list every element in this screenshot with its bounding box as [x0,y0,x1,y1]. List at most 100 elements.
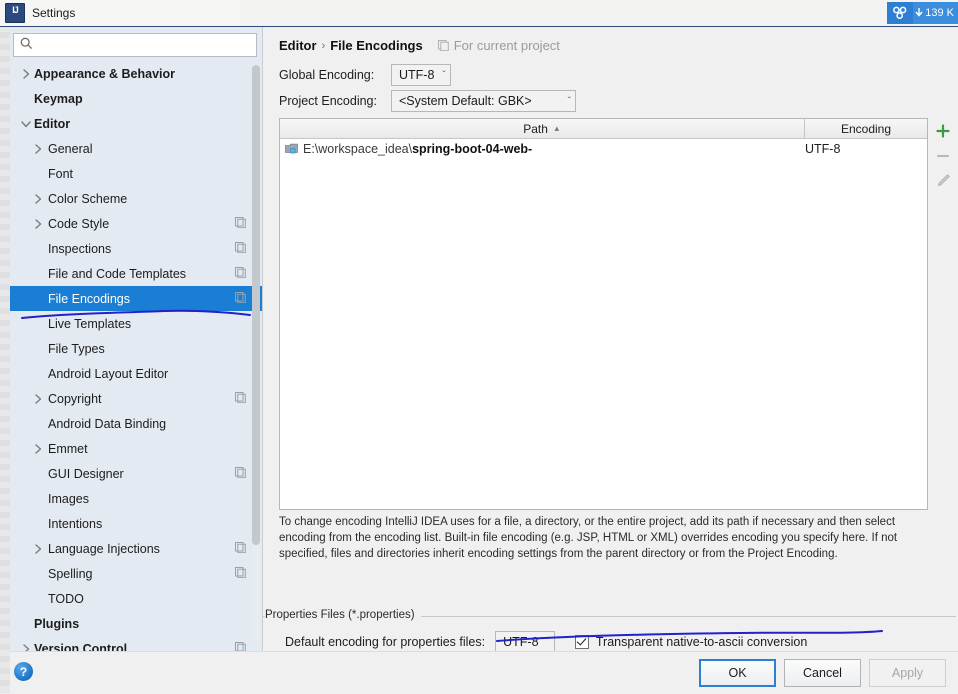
sidebar-item-editor[interactable]: Editor [10,111,262,136]
global-encoding-dropdown[interactable]: UTF-8 ˇ [391,64,451,86]
chevron-right-icon[interactable] [20,643,32,651]
folder-module-icon [285,143,298,155]
copy-scope-icon [235,292,246,306]
properties-group-title: Properties Files (*.properties) [265,609,421,621]
sidebar-scrollbar-thumb[interactable] [252,65,260,545]
column-header-encoding[interactable]: Encoding [805,119,927,138]
sort-ascending-icon: ▲ [552,124,561,133]
column-header-encoding-label: Encoding [840,121,892,136]
chevron-down-icon: ˇ [546,636,550,648]
chevron-right-icon[interactable] [32,393,44,405]
global-encoding-label: Global Encoding: [279,68,375,82]
sidebar-item-spelling[interactable]: Spelling [10,561,262,586]
window-title: Settings [32,6,76,20]
sidebar-item-font[interactable]: Font [10,161,262,186]
sidebar-item-label: Version Control [34,641,128,652]
sidebar-item-language-injections[interactable]: Language Injections [10,536,262,561]
intellij-idea-icon [5,3,25,23]
search-input[interactable] [37,37,241,53]
cancel-button[interactable]: Cancel [784,659,861,687]
breadcrumb-parent[interactable]: Editor [279,38,317,53]
global-encoding-row: Global Encoding: UTF-8 ˇ [279,64,451,86]
copy-scope-icon [437,40,449,51]
column-header-path[interactable]: Path ▲ [280,119,805,138]
chevron-right-icon[interactable] [32,143,44,155]
sidebar-item-label: File Types [48,341,105,356]
sidebar-scrollbar[interactable] [252,65,260,641]
chevron-right-icon[interactable] [32,193,44,205]
sidebar-item-label: Live Templates [48,316,132,331]
search-icon [20,37,33,53]
add-path-button[interactable] [930,118,956,143]
sidebar-item-android-data-binding[interactable]: Android Data Binding [10,411,262,436]
scope-note: For current project [433,38,560,53]
sidebar-item-file-types[interactable]: File Types [10,336,262,361]
settings-sidebar: Appearance & Behavior Keymap Editor General… [10,27,263,651]
sidebar-item-label: TODO [48,591,84,606]
edit-path-button[interactable] [930,168,956,193]
default-properties-encoding-dropdown[interactable]: UTF-8 ˇ [495,631,555,653]
sidebar-item-plugins[interactable]: Plugins [10,611,262,636]
sidebar-item-keymap[interactable]: Keymap [10,86,262,111]
remove-path-button[interactable] [930,143,956,168]
sidebar-item-label: Android Layout Editor [48,366,169,381]
copy-scope-icon [235,567,246,581]
chevron-right-icon[interactable] [32,443,44,455]
sidebar-item-appearance-behavior[interactable]: Appearance & Behavior [10,61,262,86]
apply-button[interactable]: Apply [869,659,946,687]
sidebar-item-inspections[interactable]: Inspections [10,236,262,261]
sidebar-item-general[interactable]: General [10,136,262,161]
chevron-down-icon: ˇ [442,69,446,81]
chevron-right-icon[interactable] [32,218,44,230]
transparent-conversion-checkbox[interactable]: Transparent native-to-ascii conversion [574,635,807,649]
default-properties-encoding-label: Default encoding for properties files: [285,635,486,649]
checkbox-icon[interactable] [574,635,589,649]
sidebar-item-label: General [48,141,93,156]
background-window-left-strip [0,26,10,693]
ok-button[interactable]: OK [699,659,776,687]
chevron-down-icon[interactable] [20,118,32,130]
sidebar-item-label: Appearance & Behavior [34,66,176,81]
default-properties-encoding-row: Default encoding for properties files: U… [285,631,807,653]
sidebar-item-copyright[interactable]: Copyright [10,386,262,411]
sidebar-item-gui-designer[interactable]: GUI Designer [10,461,262,486]
sidebar-item-label: File Encodings [48,291,130,306]
settings-tree[interactable]: Appearance & Behavior Keymap Editor General… [10,61,262,651]
settings-search-box[interactable] [13,33,257,57]
help-button[interactable]: ? [14,662,33,681]
project-encoding-dropdown[interactable]: <System Default: GBK> ˇ [391,90,576,112]
sidebar-item-color-scheme[interactable]: Color Scheme [10,186,262,211]
table-header-row: Path ▲ Encoding [280,119,927,139]
sidebar-item-label: Intentions [48,516,103,531]
sidebar-item-images[interactable]: Images [10,486,262,511]
sidebar-item-android-layout-editor[interactable]: Android Layout Editor [10,361,262,386]
chevron-right-icon[interactable] [20,68,32,80]
sidebar-item-todo[interactable]: TODO [10,586,262,611]
table-row[interactable]: E:\workspace_idea\ spring-boot-04-web- UTF… [280,139,927,159]
title-bar-left: Settings [0,0,240,26]
network-speed-badge[interactable]: 139 K [887,2,958,24]
dialog-footer: ? OK Cancel Apply [10,651,958,694]
table-cell-path: E:\workspace_idea\ spring-boot-04-web- [280,142,791,156]
breadcrumb-current: File Encodings [330,38,423,53]
window-title-bar: Settings 139 K [0,0,958,27]
sidebar-item-label: Plugins [34,616,80,631]
copy-scope-icon [235,642,246,651]
settings-main-panel: Editor › File Encodings For current proj… [263,27,958,653]
sidebar-item-label: Inspections [48,241,112,256]
settings-dialog: Appearance & Behavior Keymap Editor General… [10,27,958,694]
copy-scope-icon [235,267,246,281]
sidebar-item-version-control[interactable]: Version Control [10,636,262,651]
table-body: E:\workspace_idea\ spring-boot-04-web- UTF… [280,139,927,159]
sidebar-item-intentions[interactable]: Intentions [10,511,262,536]
sidebar-item-file-and-code-templates[interactable]: File and Code Templates [10,261,262,286]
column-header-path-label: Path [523,121,548,136]
sidebar-item-file-encodings[interactable]: File Encodings [10,286,262,311]
sidebar-item-code-style[interactable]: Code Style [10,211,262,236]
sidebar-item-emmet[interactable]: Emmet [10,436,262,461]
chevron-right-icon[interactable] [32,543,44,555]
sidebar-item-label: Images [48,491,89,506]
sidebar-item-label: Emmet [48,441,88,456]
table-cell-encoding[interactable]: UTF-8 [791,142,927,156]
sidebar-item-live-templates[interactable]: Live Templates [10,311,262,336]
